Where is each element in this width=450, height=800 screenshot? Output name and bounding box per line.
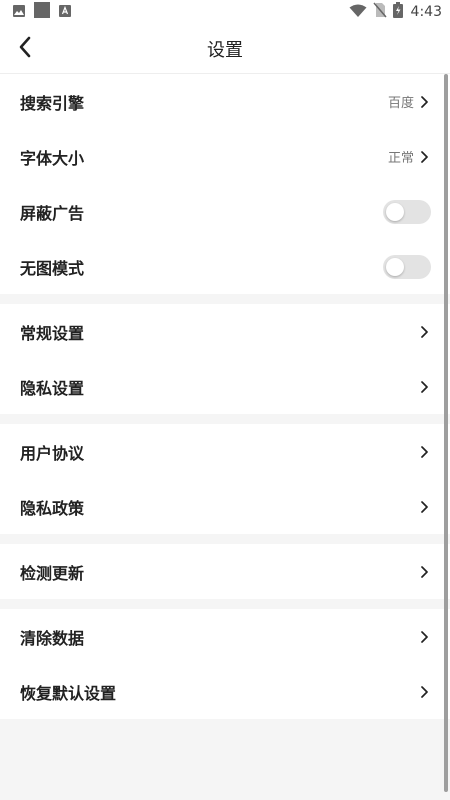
chevron-right-icon (418, 630, 430, 644)
search-engine-label: 搜索引擎 (20, 93, 85, 113)
chevron-right-icon (418, 500, 430, 514)
general-settings-row[interactable]: 常规设置 (0, 304, 450, 359)
section-divider (0, 599, 450, 609)
status-time: 4:43 (410, 4, 442, 20)
settings-section-general: 搜索引擎 百度 字体大小 正常 屏蔽广告 无图模式 (0, 74, 450, 294)
image-icon (12, 3, 26, 22)
settings-list: 搜索引擎 百度 字体大小 正常 屏蔽广告 无图模式 常规设置 隐私设置 用户协议… (0, 74, 450, 719)
no-sim-icon (372, 2, 387, 22)
app-bar: 设置 (0, 24, 450, 74)
status-right: 4:43 (349, 2, 442, 22)
font-size-value: 正常 (387, 151, 414, 166)
restore-defaults-label: 恢复默认设置 (20, 683, 117, 703)
section-divider (0, 414, 450, 424)
privacy-policy-row[interactable]: 隐私政策 (0, 479, 450, 534)
block-ads-row: 屏蔽广告 (0, 184, 450, 239)
chevron-right-icon (418, 95, 430, 109)
font-icon (58, 3, 72, 22)
user-agreement-label: 用户协议 (20, 443, 85, 463)
check-update-label: 检测更新 (20, 563, 85, 583)
clear-data-row[interactable]: 清除数据 (0, 609, 450, 664)
status-bar: 4:43 (0, 0, 450, 24)
back-button[interactable] (12, 36, 38, 62)
section-divider (0, 294, 450, 304)
font-size-row[interactable]: 字体大小 正常 (0, 129, 450, 184)
wifi-icon (349, 3, 367, 22)
general-settings-label: 常规设置 (20, 323, 85, 343)
settings-section-legal: 用户协议 隐私政策 (0, 424, 450, 534)
font-size-label: 字体大小 (20, 148, 85, 168)
restore-defaults-row[interactable]: 恢复默认设置 (0, 664, 450, 719)
section-divider (0, 534, 450, 544)
square-icon (34, 2, 50, 22)
chevron-right-icon (418, 325, 430, 339)
block-ads-label: 屏蔽广告 (20, 203, 85, 223)
settings-section-preferences: 常规设置 隐私设置 (0, 304, 450, 414)
toggle-knob (386, 257, 404, 276)
chevron-right-icon (418, 565, 430, 579)
chevron-right-icon (418, 445, 430, 459)
privacy-policy-label: 隐私政策 (20, 498, 85, 518)
privacy-settings-label: 隐私设置 (20, 378, 85, 398)
no-image-mode-row: 无图模式 (0, 239, 450, 294)
chevron-right-icon (418, 685, 430, 699)
check-update-row[interactable]: 检测更新 (0, 544, 450, 599)
no-image-mode-label: 无图模式 (20, 258, 85, 278)
battery-charging-icon (392, 2, 403, 22)
row-right: 百度 (388, 92, 430, 111)
settings-section-update: 检测更新 (0, 544, 450, 599)
privacy-settings-row[interactable]: 隐私设置 (0, 359, 450, 414)
chevron-right-icon (418, 150, 430, 164)
status-left (12, 2, 72, 22)
search-engine-row[interactable]: 搜索引擎 百度 (0, 74, 450, 129)
row-right: 正常 (388, 147, 430, 166)
page-title: 设置 (207, 39, 243, 61)
settings-section-data: 清除数据 恢复默认设置 (0, 609, 450, 719)
scrollbar[interactable] (444, 74, 448, 792)
toggle-knob (386, 202, 404, 221)
clear-data-label: 清除数据 (20, 628, 85, 648)
chevron-left-icon (18, 36, 32, 62)
chevron-right-icon (418, 380, 430, 394)
block-ads-toggle[interactable] (383, 199, 431, 224)
no-image-mode-toggle[interactable] (383, 254, 431, 279)
search-engine-value: 百度 (387, 96, 414, 111)
user-agreement-row[interactable]: 用户协议 (0, 424, 450, 479)
